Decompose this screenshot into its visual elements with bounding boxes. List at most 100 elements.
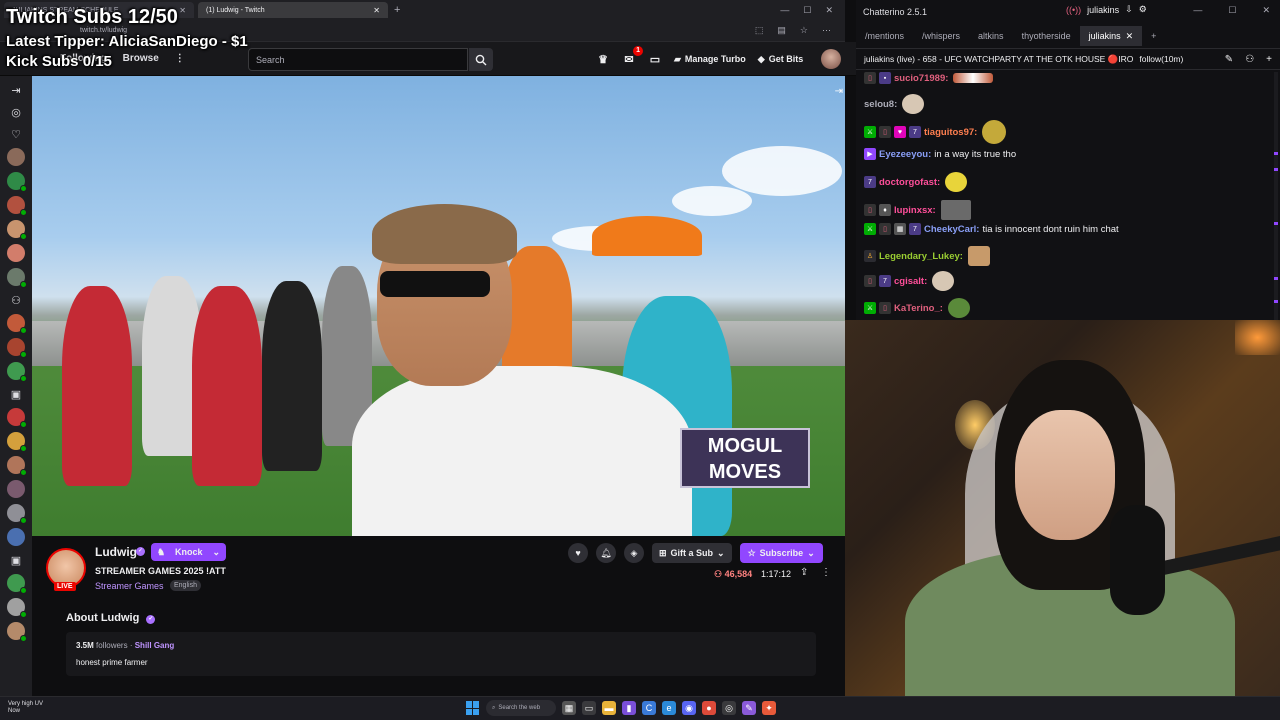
chat-message[interactable]: 7 doctorgofast: [864, 172, 968, 192]
maximize-icon[interactable]: ☐ [803, 5, 811, 16]
discord-icon[interactable]: ◉ [682, 701, 696, 715]
chat-username[interactable]: KaTerino_: [894, 303, 943, 314]
search-input[interactable]: Search [248, 48, 468, 71]
hype-icon[interactable]: ◈ [624, 543, 644, 563]
video-player[interactable]: MOGUL MOVES ⇥ [32, 76, 845, 536]
tab-altkins[interactable]: altkins [969, 26, 1013, 46]
video-camera-icon[interactable]: ▣ [8, 386, 24, 402]
manage-turbo-button[interactable]: ▰ Manage Turbo [674, 54, 746, 65]
chat-username[interactable]: tiaguitos97: [924, 127, 977, 138]
chat-message[interactable]: ⚔ ▯ KaTerino_: [864, 298, 970, 318]
chat-username[interactable]: cgisalt: [894, 276, 927, 287]
more-icon[interactable]: ⋮ [175, 53, 185, 64]
category-link[interactable]: Streamer Games [95, 581, 164, 591]
user-avatar[interactable] [821, 49, 842, 69]
start-button[interactable] [466, 701, 480, 715]
followed-channel-avatar[interactable] [7, 528, 25, 546]
taskbar-search[interactable]: ⌕ Search the web [486, 700, 556, 716]
followed-channel-avatar[interactable] [7, 172, 27, 192]
subscribe-button[interactable]: ☆ Subscribe ⌄ [739, 543, 823, 563]
get-bits-button[interactable]: ◆ Get Bits [758, 54, 803, 65]
new-tab-icon[interactable]: + [394, 4, 400, 16]
close-icon[interactable]: ✕ [179, 6, 186, 15]
firefox-icon[interactable]: ✦ [762, 701, 776, 715]
users-icon[interactable]: ⚇ [1245, 54, 1254, 65]
widgets-icon[interactable]: ▭ [582, 701, 596, 715]
favorite-icon[interactable]: ☆ [800, 25, 808, 36]
chrome-icon[interactable]: ● [702, 701, 716, 715]
chat-username[interactable]: Legendary_Lukey: [879, 251, 963, 262]
chat-username[interactable]: lupinxsx: [894, 205, 936, 216]
minimize-icon[interactable]: — [780, 5, 789, 16]
close-window-icon[interactable]: ✕ [825, 5, 833, 16]
reader-icon[interactable]: ▤ [777, 25, 786, 36]
followed-channel-avatar[interactable] [7, 574, 27, 594]
knock-button[interactable]: ♞ Knock ⌄ [151, 543, 226, 561]
browse-link[interactable]: Browse [123, 53, 159, 64]
extension-icon[interactable]: ⬚ [755, 25, 764, 36]
video-camera-icon[interactable]: ▣ [8, 552, 24, 568]
close-icon[interactable]: ✕ [373, 6, 380, 15]
chat-message[interactable]: ⚔ ▯ ♥ 7 tiaguitos97: [864, 120, 1007, 144]
followed-channel-avatar[interactable] [7, 338, 27, 358]
chat-username[interactable]: selou8: [864, 99, 897, 110]
weather-widget[interactable]: Very high UV Now [8, 701, 43, 715]
followed-channel-avatar[interactable] [7, 456, 27, 476]
close-icon[interactable]: ✕ [1126, 31, 1134, 42]
chat-message[interactable]: ▯ 7 cgisalt: [864, 271, 955, 291]
chat-username[interactable]: Eyezeeyou: [879, 149, 931, 160]
gift-sub-button[interactable]: ⊞ Gift a Sub ⌄ [652, 543, 732, 563]
chat-message[interactable]: selou8: [864, 94, 925, 114]
followed-channel-avatar[interactable] [7, 362, 27, 382]
notification-bell-button[interactable]: 🔔︎ [596, 543, 616, 563]
tab-juliakins[interactable]: juliakins ✕ [1079, 26, 1143, 46]
heart-icon[interactable]: ♡ [8, 126, 24, 142]
chat-message[interactable]: ▶ Eyezeeyou: in a way its true tho [864, 148, 1016, 160]
more-options-icon[interactable]: ⋮ [821, 567, 831, 578]
follow-heart-button[interactable]: ♥ [568, 543, 588, 563]
add-split-icon[interactable]: + [1266, 54, 1272, 65]
file-explorer-icon[interactable]: ▬ [602, 701, 616, 715]
inbox-icon[interactable]: ✉ 1 [622, 46, 643, 66]
channel-name[interactable]: Ludwig [95, 545, 137, 559]
followed-channel-avatar[interactable] [7, 244, 25, 262]
edit-icon[interactable]: ✎ [1225, 54, 1233, 65]
chat-message[interactable]: ▯ ♦ lupinxsx: [864, 200, 971, 220]
followed-channel-avatar[interactable] [7, 220, 27, 240]
close-window-icon[interactable]: ✕ [1262, 5, 1270, 16]
chat-message[interactable]: ▯ ▪ sucio71989: [864, 72, 994, 84]
task-view-icon[interactable]: ▦ [562, 701, 576, 715]
tab-whispers[interactable]: /whispers [913, 26, 969, 46]
obs-icon[interactable]: ◎ [722, 701, 736, 715]
whispers-icon[interactable]: ▭ [648, 52, 662, 66]
browser-tab-active[interactable]: (1) Ludwig - Twitch ✕ [198, 2, 388, 18]
chat-username[interactable]: doctorgofast: [879, 177, 940, 188]
followed-channel-avatar[interactable] [7, 480, 25, 498]
edge-browser-icon[interactable]: e [662, 701, 676, 715]
maximize-icon[interactable]: ☐ [1228, 5, 1236, 16]
settings-gear-icon[interactable]: ⚙ [1139, 4, 1147, 15]
followed-channel-avatar[interactable] [7, 408, 27, 428]
chat-scrollbar[interactable] [1274, 72, 1278, 320]
menu-icon[interactable]: ⋯ [822, 25, 831, 36]
tab-mentions[interactable]: /mentions [856, 26, 913, 46]
followed-channel-avatar[interactable] [7, 148, 25, 166]
chat-username[interactable]: CheekyCarl: [924, 224, 979, 235]
people-icon[interactable]: ⚇ [8, 292, 24, 308]
chatterino-icon[interactable]: C [642, 701, 656, 715]
account-switcher[interactable]: ((•)) juliakins ⇩ ⚙ [1066, 4, 1147, 15]
collapse-chat-icon[interactable]: ⇥ [835, 86, 843, 97]
download-icon[interactable]: ⇩ [1125, 4, 1133, 15]
followed-channel-avatar[interactable] [7, 268, 27, 288]
followed-channel-avatar[interactable] [7, 432, 27, 452]
search-button[interactable] [469, 48, 493, 71]
followed-channel-avatar[interactable] [7, 622, 27, 642]
followed-channel-avatar[interactable] [7, 598, 27, 618]
tab-thyotherside[interactable]: thyotherside [1013, 26, 1080, 46]
followed-channel-avatar[interactable] [7, 314, 27, 334]
share-icon[interactable]: ⇪ [800, 567, 808, 578]
twitch-app-icon[interactable]: ▮ [622, 701, 636, 715]
team-link[interactable]: Shill Gang [135, 641, 175, 650]
add-tab-icon[interactable]: + [1142, 26, 1165, 46]
language-tag[interactable]: English [170, 580, 201, 591]
